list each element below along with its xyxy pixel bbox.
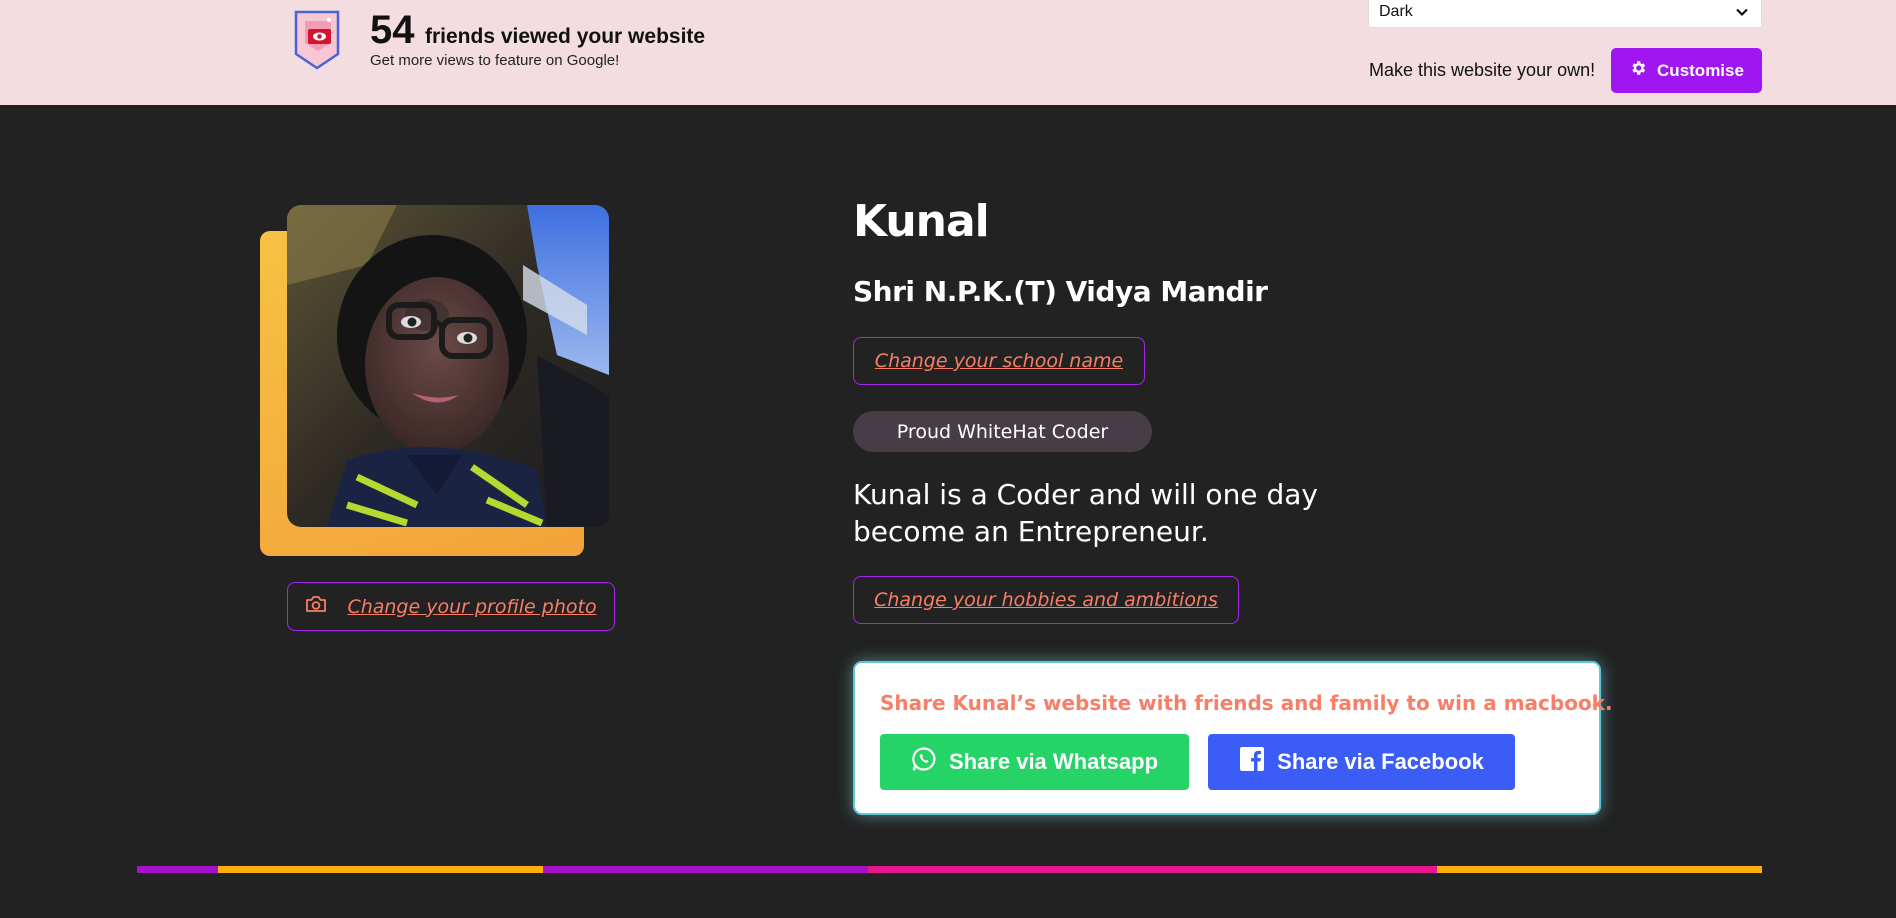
camera-icon	[305, 594, 327, 619]
own-website-text: Make this website your own!	[1369, 60, 1596, 80]
views-subtext: Get more views to feature on Google!	[370, 52, 620, 69]
change-profile-photo-link[interactable]: Change your profile photo	[287, 582, 615, 631]
share-card: Share Kunal’s website with friends and f…	[853, 661, 1613, 815]
top-bar: 54 friends viewed your website Get more …	[0, 0, 1896, 105]
share-facebook-button[interactable]: Share via Facebook	[1208, 734, 1515, 790]
change-school-name-link[interactable]: Change your school name	[853, 337, 1145, 385]
school-name: Shri N.P.K.(T) Vidya Mandir	[853, 275, 1268, 308]
bio-text: Kunal is a Coder and will one day become…	[853, 478, 1318, 548]
share-facebook-label: Share via Facebook	[1277, 749, 1484, 774]
change-school-name-label: Change your school name	[874, 350, 1124, 372]
chevron-down-icon	[1735, 5, 1749, 19]
footer-stripe-segment	[137, 866, 218, 873]
views-text: friends viewed your website	[425, 25, 706, 48]
share-whatsapp-button[interactable]: Share via Whatsapp	[880, 734, 1189, 790]
share-message: Share Kunal’s website with friends and f…	[880, 691, 1613, 715]
profile-name: Kunal	[853, 196, 990, 247]
profile-photo	[287, 205, 609, 527]
theme-select[interactable]: Dark	[1368, 0, 1762, 28]
footer-stripe-segment	[868, 866, 1437, 873]
change-hobbies-link[interactable]: Change your hobbies and ambitions	[853, 576, 1239, 624]
customise-button[interactable]: Customise	[1611, 48, 1762, 93]
change-profile-photo-label: Change your profile photo	[347, 595, 597, 618]
gear-icon	[1629, 59, 1647, 82]
footer-stripe-segment	[218, 866, 543, 873]
coder-badge: Proud WhiteHat Coder	[853, 411, 1152, 452]
theme-select-value: Dark	[1379, 3, 1413, 20]
whatsapp-icon	[911, 746, 937, 778]
facebook-icon	[1239, 746, 1265, 778]
views-badge-icon	[293, 9, 343, 71]
footer-stripe-segment	[1437, 866, 1762, 873]
customise-label: Customise	[1657, 60, 1744, 80]
change-hobbies-label: Change your hobbies and ambitions	[874, 589, 1218, 611]
share-whatsapp-label: Share via Whatsapp	[948, 749, 1159, 774]
footer-stripe-segment	[543, 866, 868, 873]
views-count: 54	[370, 8, 415, 52]
